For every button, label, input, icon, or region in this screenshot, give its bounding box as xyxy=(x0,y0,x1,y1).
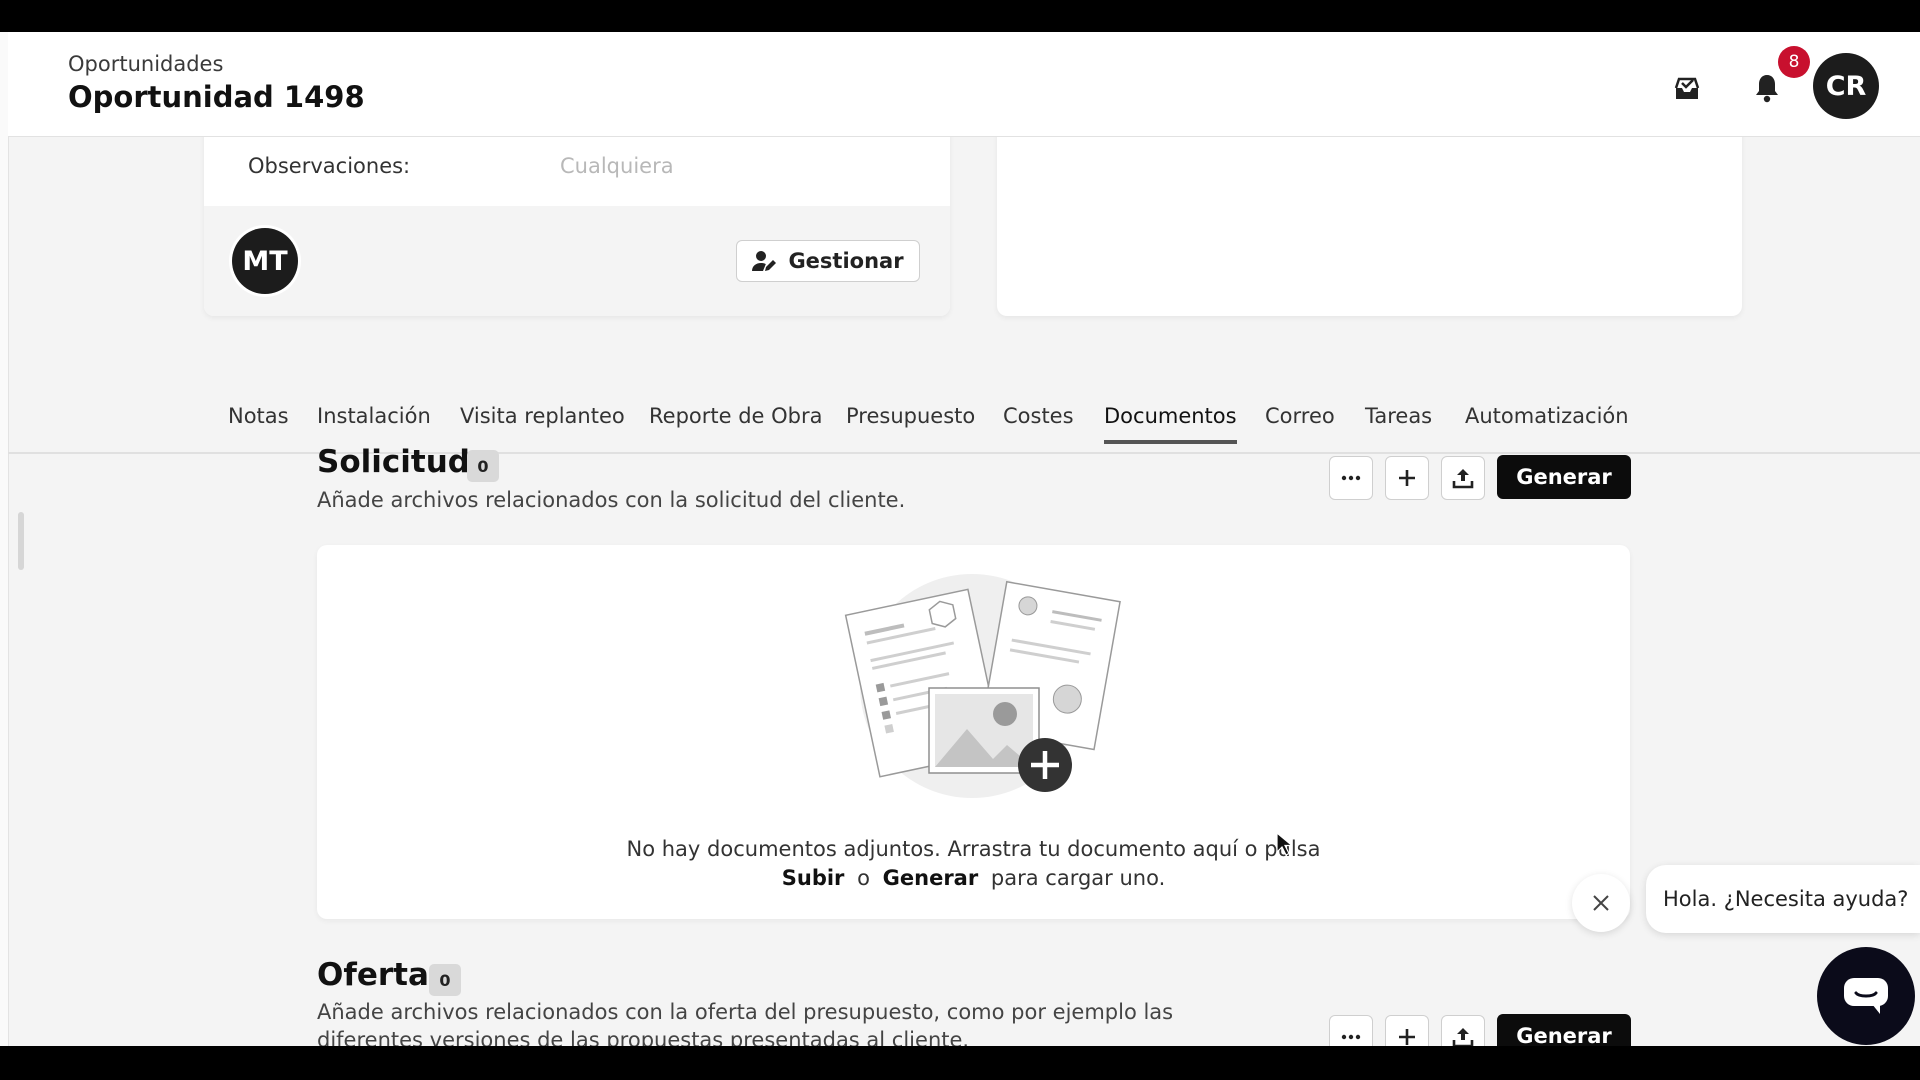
chat-launcher-button[interactable] xyxy=(1817,947,1915,1045)
tab-automatizacion[interactable]: Automatización xyxy=(1465,404,1629,440)
solicitud-dropzone[interactable]: No hay documentos adjuntos. Arrastra tu … xyxy=(317,545,1630,919)
solicitud-more-button[interactable] xyxy=(1329,456,1373,500)
solicitud-count-badge: 0 xyxy=(467,450,499,482)
tab-documentos[interactable]: Documentos xyxy=(1104,404,1237,444)
oferta-generate-button[interactable]: Generar xyxy=(1497,1014,1631,1046)
inbox-check-icon[interactable] xyxy=(1672,74,1702,104)
chat-close-button[interactable] xyxy=(1572,874,1630,932)
mouse-cursor-icon xyxy=(1276,832,1292,856)
solicitud-description: Añade archivos relacionados con la solic… xyxy=(317,488,906,512)
oferta-title: Oferta xyxy=(317,957,429,993)
manage-button-label: Gestionar xyxy=(788,249,904,273)
solicitud-generate-button[interactable]: Generar xyxy=(1497,455,1631,499)
page-header: Oportunidades Oportunidad 1498 8 CR xyxy=(8,32,1920,137)
tab-instalacion[interactable]: Instalación xyxy=(317,404,431,440)
breadcrumb[interactable]: Oportunidades xyxy=(68,52,223,76)
oferta-description: Añade archivos relacionados con la ofert… xyxy=(317,1000,1174,1046)
page-title: Oportunidad 1498 xyxy=(68,80,365,114)
observations-label: Observaciones: xyxy=(248,154,411,178)
tab-visita-replanteo[interactable]: Visita replanteo xyxy=(460,404,625,440)
user-edit-icon xyxy=(752,251,777,271)
solicitud-upload-button[interactable] xyxy=(1441,456,1485,500)
oferta-upload-button[interactable] xyxy=(1441,1015,1485,1046)
notification-badge: 8 xyxy=(1778,46,1810,78)
upload-icon xyxy=(1452,1028,1474,1046)
empty-state-tail: para cargar uno. xyxy=(990,866,1166,890)
empty-state-or: o xyxy=(857,866,870,890)
empty-documents-illustration xyxy=(844,574,1121,798)
more-horizontal-icon xyxy=(1341,475,1361,481)
tab-reporte-de-obra[interactable]: Reporte de Obra xyxy=(649,404,823,440)
app-viewport: Observaciones: Cualquiera MT Gestionar O… xyxy=(0,32,1920,1046)
assignee-avatar[interactable]: MT xyxy=(232,228,298,294)
tab-presupuesto[interactable]: Presupuesto xyxy=(846,404,975,440)
bell-icon[interactable] xyxy=(1752,72,1782,104)
solicitud-title: Solicitud xyxy=(317,444,470,480)
summary-card-footer: MT Gestionar xyxy=(204,206,950,316)
plus-icon xyxy=(1399,1029,1415,1045)
empty-state-line-1: No hay documentos adjuntos. Arrastra tu … xyxy=(626,837,1321,861)
close-icon xyxy=(1593,895,1609,911)
solicitud-add-button[interactable] xyxy=(1385,456,1429,500)
chat-greeting-bubble[interactable]: Hola. ¿Necesita ayuda? xyxy=(1646,865,1920,933)
generate-link[interactable]: Generar xyxy=(883,866,979,890)
upload-icon xyxy=(1452,469,1474,489)
oferta-more-button[interactable] xyxy=(1329,1015,1373,1046)
observations-value: Cualquiera xyxy=(560,154,674,178)
tab-tareas[interactable]: Tareas xyxy=(1365,404,1432,440)
plus-icon xyxy=(1399,470,1415,486)
tab-correo[interactable]: Correo xyxy=(1265,404,1335,440)
user-avatar[interactable]: CR xyxy=(1813,53,1879,119)
tab-costes[interactable]: Costes xyxy=(1003,404,1074,440)
tab-bar: Notas Instalación Visita replanteo Repor… xyxy=(8,386,1920,454)
empty-state-line-2: Subir o Generar para cargar uno. xyxy=(317,864,1630,893)
empty-state-message: No hay documentos adjuntos. Arrastra tu … xyxy=(317,835,1630,893)
sidebar-resize-handle[interactable] xyxy=(18,512,24,570)
more-horizontal-icon xyxy=(1341,1034,1361,1040)
chat-icon xyxy=(1844,978,1888,1014)
tab-notas[interactable]: Notas xyxy=(228,404,289,440)
oferta-add-button[interactable] xyxy=(1385,1015,1429,1046)
upload-link[interactable]: Subir xyxy=(782,866,845,890)
manage-button[interactable]: Gestionar xyxy=(736,240,920,282)
oferta-count-badge: 0 xyxy=(429,964,461,996)
left-sidebar-edge xyxy=(0,32,9,1046)
